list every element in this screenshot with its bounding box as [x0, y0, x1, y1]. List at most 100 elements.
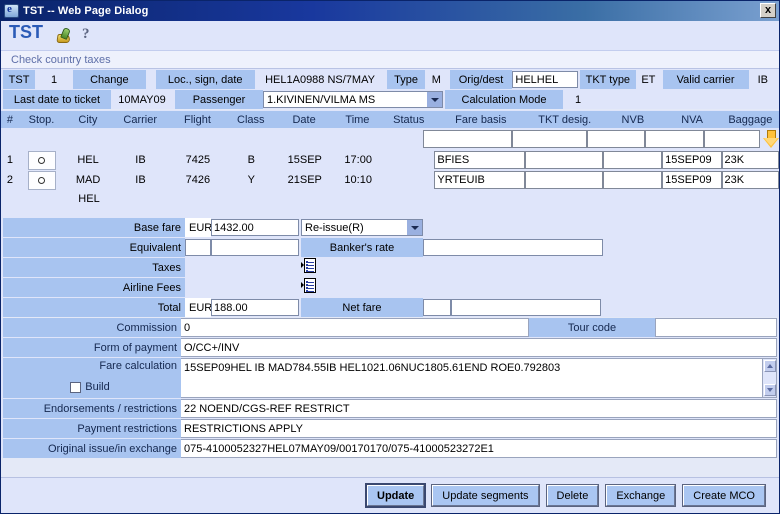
fare-type-select[interactable]: Re-issue(R) [301, 219, 423, 236]
bankers-rate-label: Banker's rate [301, 238, 423, 257]
footer-button-bar: Update Update segments Delete Exchange C… [1, 477, 779, 513]
tst-value: 1 [35, 70, 73, 89]
original-issue-row: Original issue/in exchange 075-410005232… [3, 439, 777, 458]
blank-nvb-input[interactable] [587, 130, 646, 148]
tst-dialog-window: TST -- Web Page Dialog x TST Check count… [0, 0, 780, 514]
segment-blank-row [1, 128, 779, 150]
scroll-up-icon[interactable] [763, 360, 776, 372]
airline-fees-row: Airline Fees [3, 278, 777, 297]
equivalent-input[interactable] [211, 239, 299, 256]
net-fare-currency-input[interactable] [423, 299, 451, 316]
total-input[interactable]: 188.00 [211, 299, 299, 316]
window-title: TST -- Web Page Dialog [23, 5, 149, 17]
bankers-rate-input[interactable] [423, 239, 603, 256]
taxes-row: Taxes [3, 258, 777, 277]
table-row[interactable]: 2 MAD IB 7426 Y 21SEP 10:10 YRTEUIB 15SE… [1, 170, 779, 190]
row1-baggage-input[interactable]: 23K [721, 151, 779, 169]
list-detail-icon[interactable] [301, 258, 317, 274]
origdest-label: Orig/dest [449, 70, 513, 89]
loc-sign-date-value: HEL1A0988 NS/7MAY [254, 70, 386, 89]
col-class: Class [237, 113, 265, 126]
row1-city: HEL [77, 154, 99, 166]
row2-nvb-input[interactable] [602, 171, 663, 189]
row1-flight: 7425 [185, 154, 211, 166]
page-title: TST [9, 22, 43, 42]
row2-tkt-desig-input[interactable] [525, 171, 603, 189]
tour-code-input[interactable] [655, 318, 777, 337]
form-of-payment-label: Form of payment [3, 338, 181, 357]
money-bag-icon[interactable] [56, 27, 75, 43]
row1-carrier: IB [135, 154, 146, 166]
valid-carrier-label: Valid carrier [662, 70, 749, 89]
list-detail-icon[interactable] [301, 278, 317, 294]
window-title-bar: TST -- Web Page Dialog x [1, 1, 779, 21]
net-fare-input[interactable] [451, 299, 601, 316]
endorsements-row: Endorsements / restrictions 22 NOEND/CGS… [3, 399, 777, 418]
airline-fees-filler [317, 278, 777, 297]
change-button[interactable]: Change [72, 70, 146, 89]
passenger-select[interactable]: 1.KIVINEN/VILMA MS [263, 91, 443, 108]
check-country-taxes-bar[interactable]: Check country taxes [1, 51, 779, 69]
blank-fare-basis-input[interactable] [423, 130, 513, 148]
row2-date: 21SEP [287, 174, 322, 186]
row1-tkt-desig-input[interactable] [525, 151, 603, 169]
header-field-grid: TST 1 Change Loc., sign, date HEL1A0988 … [1, 69, 779, 109]
fare-calculation-label: Fare calculation [99, 360, 177, 372]
origdest-input[interactable]: HELHEL [512, 71, 578, 88]
base-fare-input[interactable]: 1432.00 [211, 219, 299, 236]
payment-restrictions-label: Payment restrictions [3, 419, 181, 438]
airline-fees-value [211, 278, 299, 297]
total-label: Total [3, 298, 185, 317]
fare-calculation-textarea[interactable]: 15SEP09HEL IB MAD784.55IB HEL1021.06NUC1… [181, 358, 777, 398]
endorsements-input[interactable]: 22 NOEND/CGS-REF RESTRICT [181, 399, 777, 418]
equivalent-currency-input[interactable] [185, 239, 211, 256]
col-time: Time [345, 113, 370, 126]
row2-flight: 7426 [185, 174, 211, 186]
base-fare-label: Base fare [3, 218, 185, 237]
create-mco-button[interactable]: Create MCO [682, 484, 766, 507]
row1-nva-input[interactable]: 15SEP09 [662, 151, 722, 169]
scroll-down-icon[interactable] [763, 384, 776, 396]
orange-down-arrow-icon[interactable] [762, 129, 779, 149]
row2-stop-toggle[interactable] [27, 170, 56, 190]
blank-tkt-desig-input[interactable] [512, 130, 588, 148]
update-segments-button[interactable]: Update segments [431, 484, 540, 507]
table-row[interactable]: 1 HEL IB 7425 B 15SEP 17:00 BFIES 15SEP0… [1, 150, 779, 170]
exchange-button[interactable]: Exchange [605, 484, 677, 507]
row1-date: 15SEP [287, 154, 322, 166]
row1-fare-basis-input[interactable]: BFIES [434, 151, 526, 169]
chevron-down-icon[interactable] [407, 220, 422, 235]
row1-nvb-input[interactable] [602, 151, 663, 169]
row2-nva-input[interactable]: 15SEP09 [662, 171, 722, 189]
update-button[interactable]: Update [365, 483, 427, 508]
net-fare-label: Net fare [301, 298, 423, 317]
segment-table-header: # Stop. City Carrier Flight Class Date T… [1, 111, 779, 128]
form-of-payment-input[interactable]: O/CC+/INV [181, 338, 777, 357]
commission-input[interactable]: 0 [181, 318, 529, 337]
original-issue-input[interactable]: 075-4100052327HEL07MAY09/00170170/075-41… [181, 439, 777, 458]
delete-button[interactable]: Delete [545, 484, 600, 507]
row2-num: 2 [6, 174, 13, 186]
page-header: TST [1, 21, 779, 51]
payment-restrictions-input[interactable]: RESTRICTIONS APPLY [181, 419, 777, 438]
equivalent-row: Equivalent Banker's rate [3, 238, 777, 257]
row2-fare-basis-input[interactable]: YRTEUIB [434, 171, 526, 189]
build-checkbox[interactable] [70, 381, 82, 393]
blank-baggage-input[interactable] [703, 130, 760, 148]
row2-time: 10:10 [344, 174, 372, 186]
calculation-mode-value: 1 [563, 90, 593, 109]
equivalent-label: Equivalent [3, 238, 185, 257]
col-city: City [78, 113, 98, 126]
row1-stop-toggle[interactable] [27, 150, 56, 170]
final-city: HEL [78, 193, 100, 205]
chevron-down-icon[interactable] [427, 92, 442, 107]
col-nva: NVA [681, 113, 703, 126]
segment-table: # Stop. City Carrier Flight Class Date T… [1, 110, 779, 216]
check-country-taxes-label: Check country taxes [11, 53, 111, 66]
help-question-icon[interactable] [82, 26, 96, 43]
row2-baggage-input[interactable]: 23K [721, 171, 779, 189]
fare-calculation-scrollbar[interactable] [762, 359, 776, 397]
col-date: Date [292, 113, 316, 126]
blank-nva-input[interactable] [645, 130, 704, 148]
close-icon[interactable]: x [760, 3, 776, 18]
